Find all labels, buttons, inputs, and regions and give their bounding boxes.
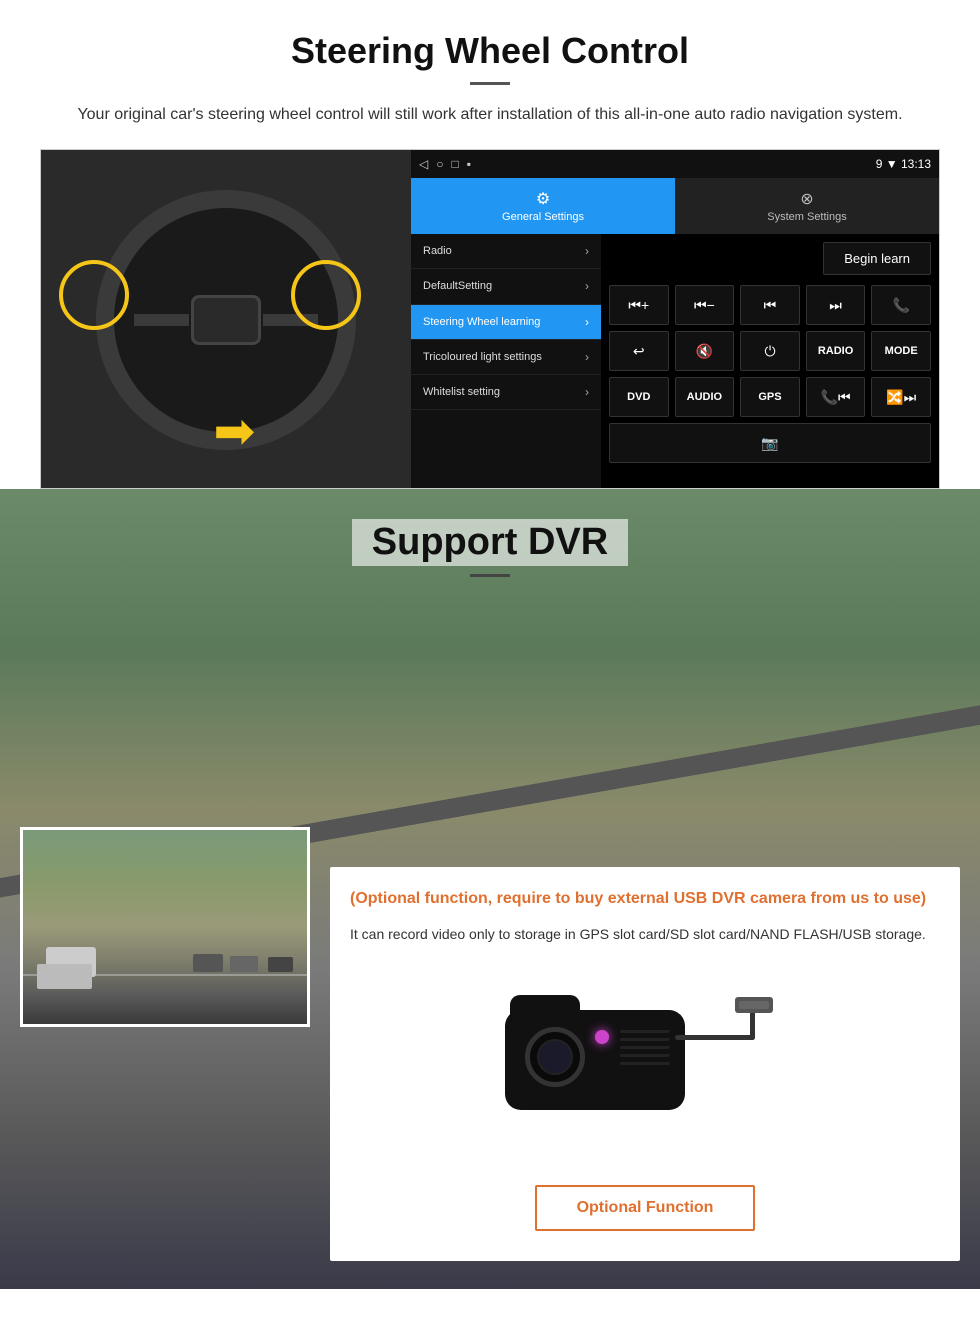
menu-item-swlearning[interactable]: Steering Wheel learning › xyxy=(411,305,601,340)
begin-learn-button[interactable]: Begin learn xyxy=(823,242,931,275)
dvr-title-area: Support DVR xyxy=(0,489,980,587)
page-title: Steering Wheel Control xyxy=(40,30,940,72)
swc-composite: ➡ ◁ ○ □ ▪ 9 ▼ 13:13 ⚙ General Set xyxy=(40,149,940,489)
arrow-icon: ➡ xyxy=(213,402,255,460)
settings-tabs: ⚙ General Settings ⊗ System Settings xyxy=(411,178,939,234)
dvr-content-area: (Optional function, require to buy exter… xyxy=(0,867,980,1261)
dvd-button[interactable]: DVD xyxy=(609,377,669,417)
tab-system-settings[interactable]: ⊗ System Settings xyxy=(675,178,939,234)
begin-learn-row: Begin learn xyxy=(609,242,931,275)
dvr-optional-warning: (Optional function, require to buy exter… xyxy=(350,887,940,911)
topbar-nav-icons: ◁ ○ □ ▪ xyxy=(419,157,471,171)
control-row-3: DVD AUDIO GPS 📞⏮ 🔀⏭ xyxy=(609,377,931,417)
vent-5 xyxy=(620,1062,670,1065)
ui-body: Radio › DefaultSetting › Steering Wheel … xyxy=(411,234,939,488)
menu-radio-label: Radio xyxy=(423,244,452,258)
subtitle-text: Your original car's steering wheel contr… xyxy=(60,103,920,127)
menu-default-label: DefaultSetting xyxy=(423,279,492,293)
control-row-1: ⏮+ ⏮− ⏮ ⏭ 📞 xyxy=(609,285,931,325)
gps-button[interactable]: GPS xyxy=(740,377,800,417)
dvr-section: Support DVR (Optional function, require … xyxy=(0,489,980,1289)
usb-plug-inner xyxy=(739,1001,769,1009)
sw-controls-panel: Begin learn ⏮+ ⏮− ⏮ ⏭ 📞 ↩ 🔇 ⏻ xyxy=(601,234,939,488)
recents-icon: □ xyxy=(451,157,458,171)
usb-cable-horiz xyxy=(675,1035,755,1040)
menu-tricoloured-label: Tricoloured light settings xyxy=(423,350,542,364)
dvr-title-divider xyxy=(470,574,510,577)
dvr-info-box: (Optional function, require to buy exter… xyxy=(330,867,960,1261)
hangup-button[interactable]: ↩ xyxy=(609,331,669,371)
menu-item-radio[interactable]: Radio › xyxy=(411,234,601,269)
chevron-right-active-icon: › xyxy=(585,315,589,329)
menu-item-tricoloured[interactable]: Tricoloured light settings › xyxy=(411,340,601,375)
menu-item-whitelist[interactable]: Whitelist setting › xyxy=(411,375,601,410)
vol-down-button[interactable]: ⏮− xyxy=(675,285,735,325)
vent-4 xyxy=(620,1054,670,1057)
back-icon: ◁ xyxy=(419,157,428,171)
chevron-right-icon: › xyxy=(585,350,589,364)
steering-wheel-section: Steering Wheel Control Your original car… xyxy=(0,0,980,489)
chevron-right-icon: › xyxy=(585,279,589,293)
camera-top-bump xyxy=(510,995,580,1017)
spoke-left xyxy=(134,314,189,326)
radio-button[interactable]: RADIO xyxy=(806,331,866,371)
chevron-right-icon: › xyxy=(585,244,589,258)
status-time: 9 ▼ 13:13 xyxy=(876,157,931,171)
home-icon: ○ xyxy=(436,157,443,171)
dvr-description: It can record video only to storage in G… xyxy=(350,923,940,945)
menu-swlearning-label: Steering Wheel learning xyxy=(423,315,540,329)
tab-general-settings[interactable]: ⚙ General Settings xyxy=(411,178,675,234)
prev-button[interactable]: ⏮ xyxy=(740,285,800,325)
system-icon: ⊗ xyxy=(800,189,813,209)
audio-button[interactable]: AUDIO xyxy=(675,377,735,417)
control-row-4: 📷 xyxy=(609,423,931,463)
dvr-title: Support DVR xyxy=(352,519,628,566)
dvr-preview-inner xyxy=(23,830,307,1024)
wheel-center xyxy=(191,295,261,345)
steering-wheel-photo: ➡ xyxy=(41,150,411,489)
vol-up-button[interactable]: ⏮+ xyxy=(609,285,669,325)
highlight-circle-left xyxy=(59,260,129,330)
call-button[interactable]: 📞 xyxy=(871,285,931,325)
topbar-status: 9 ▼ 13:13 xyxy=(876,157,931,171)
camera-light-beam xyxy=(475,1045,530,1125)
dvr-camera-illustration xyxy=(350,965,940,1165)
chevron-right-icon: › xyxy=(585,385,589,399)
tab-general-label: General Settings xyxy=(502,211,584,223)
power-button[interactable]: ⏻ xyxy=(740,331,800,371)
call-prev-button[interactable]: 📞⏮ xyxy=(806,377,866,417)
title-divider xyxy=(470,82,510,85)
menu-whitelist-label: Whitelist setting xyxy=(423,385,500,399)
menu-icon: ▪ xyxy=(467,157,471,171)
settings-menu: Radio › DefaultSetting › Steering Wheel … xyxy=(411,234,601,488)
optional-function-button[interactable]: Optional Function xyxy=(535,1185,756,1231)
tab-system-label: System Settings xyxy=(767,211,846,223)
mode-button[interactable]: MODE xyxy=(871,331,931,371)
vent-2 xyxy=(620,1038,670,1041)
gear-icon: ⚙ xyxy=(536,189,550,209)
highlight-circle-right xyxy=(291,260,361,330)
android-ui-panel: ◁ ○ □ ▪ 9 ▼ 13:13 ⚙ General Settings ⊗ S… xyxy=(411,150,939,488)
camera-button[interactable]: 📷 xyxy=(609,423,931,463)
dvr-preview-image xyxy=(20,827,310,1027)
camera-product-area xyxy=(475,985,815,1155)
android-topbar: ◁ ○ □ ▪ 9 ▼ 13:13 xyxy=(411,150,939,178)
control-row-2: ↩ 🔇 ⏻ RADIO MODE xyxy=(609,331,931,371)
shuffle-next-button[interactable]: 🔀⏭ xyxy=(871,377,931,417)
vent-1 xyxy=(620,1030,670,1033)
mute-button[interactable]: 🔇 xyxy=(675,331,735,371)
optional-function-area: Optional Function xyxy=(350,1185,940,1231)
vent-3 xyxy=(620,1046,670,1049)
menu-item-defaultsetting[interactable]: DefaultSetting › xyxy=(411,269,601,304)
next-button[interactable]: ⏭ xyxy=(806,285,866,325)
